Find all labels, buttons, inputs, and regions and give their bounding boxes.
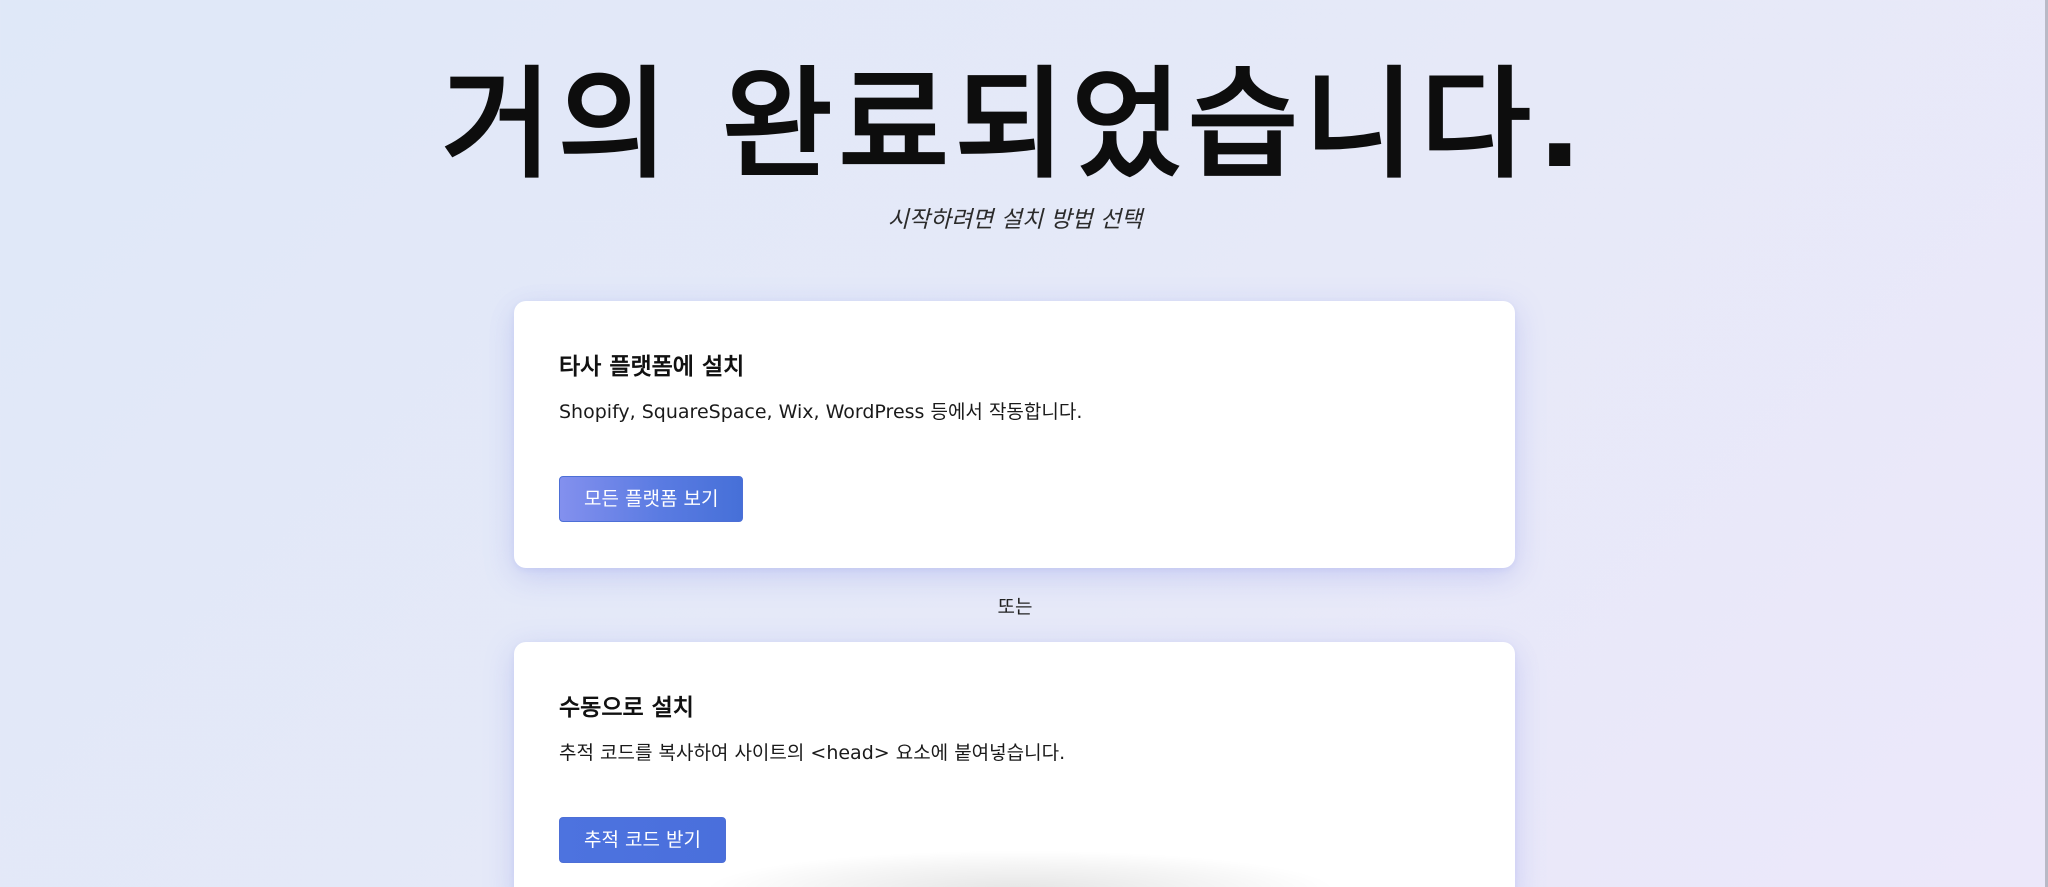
page-subtitle: 시작하려면 설치 방법 선택 — [887, 207, 1143, 233]
third-party-install-card: 타사 플랫폼에 설치 Shopify, SquareSpace, Wix, Wo… — [514, 301, 1515, 568]
get-tracking-code-button[interactable]: 추적 코드 받기 — [559, 817, 726, 863]
third-party-install-title: 타사 플랫폼에 설치 — [559, 354, 745, 380]
third-party-install-description: Shopify, SquareSpace, Wix, WordPress 등에서… — [559, 401, 1083, 423]
or-divider: 또는 — [997, 596, 1033, 618]
view-all-platforms-button[interactable]: 모든 플랫폼 보기 — [559, 476, 744, 522]
manual-install-description: 추적 코드를 복사하여 사이트의 <head> 요소에 붙여넣습니다. — [559, 742, 1066, 764]
manual-install-title: 수동으로 설치 — [559, 695, 694, 721]
manual-install-card: 수동으로 설치 추적 코드를 복사하여 사이트의 <head> 요소에 붙여넣습… — [514, 642, 1515, 887]
page-title: 거의 완료되었습니다. — [441, 56, 1589, 195]
